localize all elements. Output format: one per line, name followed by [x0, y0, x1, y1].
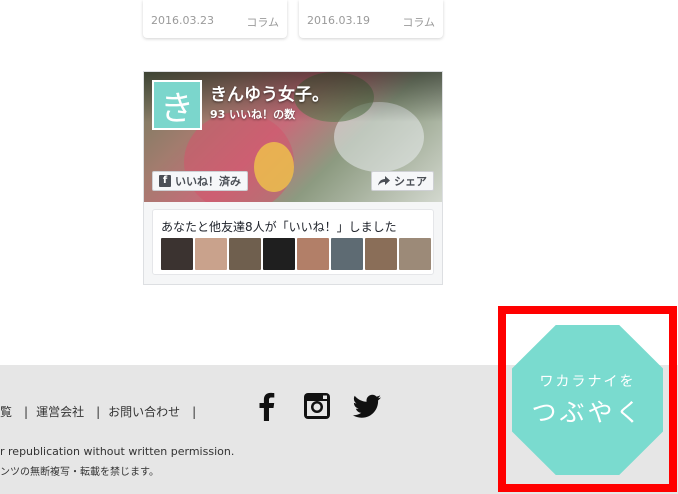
- footer-link[interactable]: 覧: [0, 405, 12, 419]
- article-category[interactable]: コラム: [246, 14, 279, 30]
- friend-avatar[interactable]: [297, 238, 329, 270]
- footer-link-company[interactable]: 運営会社: [36, 405, 84, 419]
- article-date: 2016.03.23: [151, 14, 214, 27]
- fb-like-button[interactable]: f いいね！済み: [152, 171, 248, 191]
- friend-avatar[interactable]: [229, 238, 261, 270]
- article-category[interactable]: コラム: [402, 14, 435, 30]
- friend-avatar[interactable]: [195, 238, 227, 270]
- article-card[interactable]: 2016.03.19 コラム: [299, 0, 443, 38]
- share-arrow-icon: [378, 176, 390, 186]
- friend-avatar[interactable]: [263, 238, 295, 270]
- facebook-page-widget: き きんゆう女子。 93 いいね！の数 f いいね！済み シェア あなたと他友達…: [143, 71, 443, 285]
- twitter-icon[interactable]: [352, 391, 382, 421]
- fb-share-button[interactable]: シェア: [371, 171, 434, 191]
- fb-cover-photo[interactable]: き きんゆう女子。 93 いいね！の数 f いいね！済み シェア: [144, 72, 442, 202]
- article-card[interactable]: 2016.03.23 コラム: [143, 0, 287, 38]
- fb-friends-box: あなたと他友達8人が「いいね！」しました: [152, 209, 434, 275]
- tweet-button-line2: つぶやく: [531, 398, 644, 427]
- fb-page-name[interactable]: きんゆう女子。: [210, 80, 329, 105]
- friend-avatar[interactable]: [331, 238, 363, 270]
- footer-links: 覧 | 運営会社 | お問い合わせ |: [0, 405, 197, 419]
- footer-link-contact[interactable]: お問い合わせ: [108, 405, 180, 419]
- tweet-wakaranai-button[interactable]: ワカラナイを つぶやく: [512, 325, 663, 475]
- fb-share-label: シェア: [394, 175, 427, 188]
- copyright-jp: ンツの無断複写・転載を禁じます。: [0, 467, 159, 478]
- fb-like-label: いいね！済み: [175, 175, 241, 188]
- copyright-en: r republication without written permissi…: [0, 445, 235, 458]
- fb-likes-count: 93 いいね！の数: [210, 108, 296, 121]
- avatar-letter: き: [154, 82, 200, 129]
- fb-page-avatar[interactable]: き: [152, 80, 202, 130]
- article-date: 2016.03.19: [307, 14, 370, 27]
- fb-friends-text: あなたと他友達8人が「いいね！」しました: [161, 220, 397, 234]
- facebook-icon[interactable]: [252, 391, 282, 421]
- friend-avatar[interactable]: [365, 238, 397, 270]
- instagram-icon[interactable]: [302, 391, 332, 421]
- friend-avatar[interactable]: [161, 238, 193, 270]
- friend-avatar[interactable]: [399, 238, 431, 270]
- facebook-icon: f: [159, 175, 171, 187]
- tweet-button-line1: ワカラナイを: [539, 374, 636, 390]
